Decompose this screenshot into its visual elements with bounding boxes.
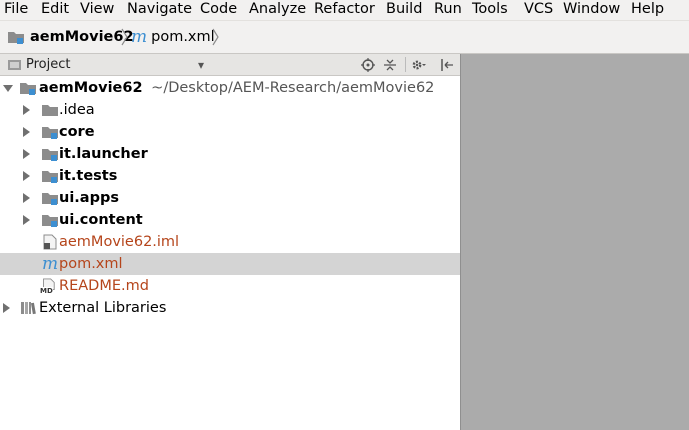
module-folder-icon [42,127,58,139]
tree-item-label: README.md [59,278,149,294]
expand-arrow-icon[interactable] [23,105,30,115]
root-path: ~/Desktop/AEM-Research/aemMovie62 [151,80,435,96]
menu-tools[interactable]: Tools [472,0,508,20]
breadcrumb-file[interactable]: m pom.xml [131,21,215,53]
breadcrumb: aemMovie62 m pom.xml [0,21,689,54]
project-panel-title[interactable]: Project [26,54,70,75]
md-badge: MD [40,287,53,295]
menu-analyze[interactable]: Analyze [249,0,306,20]
menu-vcs[interactable]: VCS [524,0,553,20]
expand-arrow-icon[interactable] [23,215,30,225]
collapse-all-icon[interactable] [382,57,398,73]
menu-bar: File Edit View Navigate Code Analyze Ref… [0,0,689,21]
collapse-arrow-icon[interactable] [3,85,13,92]
chevron-right-icon [121,28,128,46]
menu-build[interactable]: Build [386,0,422,20]
expand-arrow-icon[interactable] [23,193,30,203]
tree-item-idea[interactable]: .idea [0,99,460,121]
menu-edit[interactable]: Edit [41,0,69,20]
menu-help[interactable]: Help [631,0,664,20]
module-folder-icon [42,193,58,205]
tree-item-ui-apps[interactable]: ui.apps [0,187,460,209]
gear-icon[interactable] [410,57,426,73]
module-folder-icon [42,171,58,183]
project-panel-header: Project ▾ [0,54,460,76]
library-icon [21,302,36,315]
view-dropdown-icon[interactable]: ▾ [193,57,209,73]
iml-file-icon [43,234,57,250]
tree-item-label: ui.apps [59,190,119,206]
tree-item-label: core [59,124,95,140]
module-folder-icon [20,83,36,95]
maven-icon: m [42,254,59,274]
project-icon [8,60,21,70]
project-tree: aemMovie62 ~/Desktop/AEM-Research/aemMov… [0,76,460,430]
tree-item-label: it.launcher [59,146,148,162]
menu-navigate[interactable]: Navigate [127,0,192,20]
tree-item-label: ui.content [59,212,143,228]
tree-root[interactable]: aemMovie62 ~/Desktop/AEM-Research/aemMov… [0,77,460,99]
menu-code[interactable]: Code [200,0,237,20]
breadcrumb-project[interactable]: aemMovie62 [7,21,134,53]
menu-view[interactable]: View [80,0,114,20]
module-folder-icon [42,215,58,227]
tree-item-it-tests[interactable]: it.tests [0,165,460,187]
breadcrumb-project-label: aemMovie62 [30,29,134,45]
module-folder-icon [42,149,58,161]
hide-panel-icon[interactable] [439,57,455,73]
maven-icon: m [131,27,148,47]
expand-arrow-icon[interactable] [23,127,30,137]
breadcrumb-file-label: pom.xml [151,29,215,45]
tree-item-core[interactable]: core [0,121,460,143]
locate-icon[interactable] [360,57,376,73]
expand-arrow-icon[interactable] [3,303,10,313]
tree-item-external-libraries[interactable]: External Libraries [0,297,460,319]
tree-item-pom[interactable]: m pom.xml [0,253,460,275]
tree-item-it-launcher[interactable]: it.launcher [0,143,460,165]
menu-window[interactable]: Window [563,0,620,20]
menu-file[interactable]: File [4,0,28,20]
tree-item-label: it.tests [59,168,118,184]
folder-icon [42,105,58,116]
tree-item-readme[interactable]: MD README.md [0,275,460,297]
chevron-right-icon [212,28,219,46]
root-name: aemMovie62 [39,80,143,96]
tree-item-label: External Libraries [39,300,167,316]
menu-run[interactable]: Run [434,0,462,20]
tree-item-label: pom.xml [59,256,123,272]
module-folder-icon [8,32,24,44]
root-label: aemMovie62 ~/Desktop/AEM-Research/aemMov… [39,77,434,99]
tree-item-label: .idea [59,102,95,118]
menu-refactor[interactable]: Refactor [314,0,375,20]
expand-arrow-icon[interactable] [23,149,30,159]
expand-arrow-icon[interactable] [23,171,30,181]
tree-item-label: aemMovie62.iml [59,234,180,250]
header-divider [405,57,406,72]
tree-item-iml[interactable]: aemMovie62.iml [0,231,460,253]
editor-area[interactable] [460,54,689,430]
tree-item-ui-content[interactable]: ui.content [0,209,460,231]
